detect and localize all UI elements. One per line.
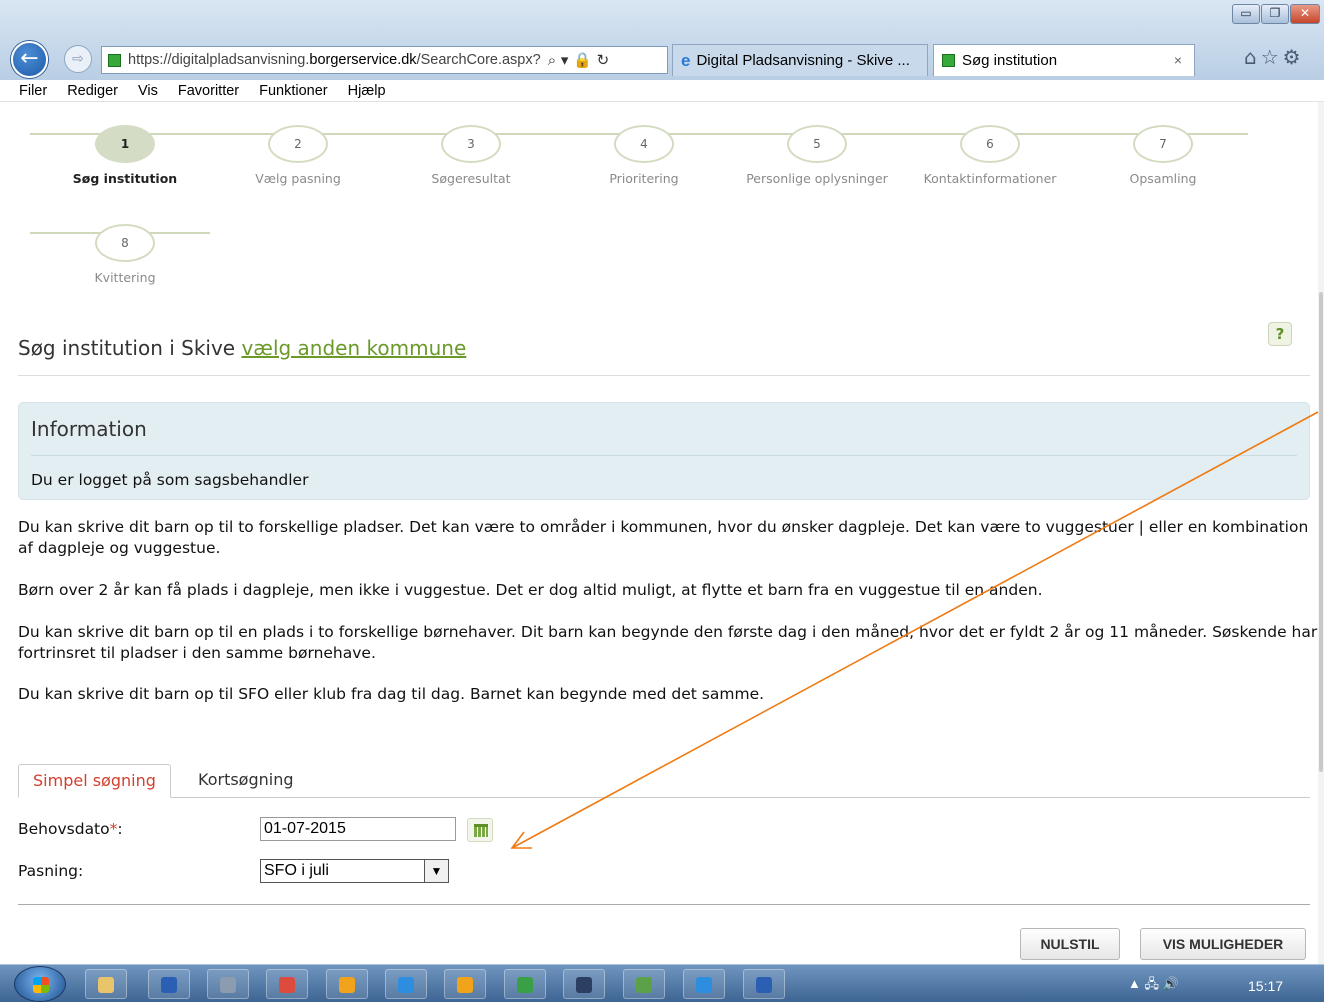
- divider: [31, 455, 1297, 456]
- address-bar[interactable]: https://digitalpladsanvisning.borgerserv…: [101, 46, 668, 74]
- step-3-circle: 3: [441, 125, 501, 163]
- taskbar-word-button[interactable]: [743, 969, 785, 999]
- menu-favoritter[interactable]: Favoritter: [178, 83, 239, 99]
- system-tray-icons[interactable]: ▲ 🖧 🔊: [1128, 975, 1179, 997]
- reset-button[interactable]: NULSTIL: [1020, 928, 1120, 960]
- step-1-circle: 1: [95, 125, 155, 163]
- search-lock-refresh-icons[interactable]: ⌕ ▾ 🔒 ↻: [548, 51, 609, 69]
- start-button[interactable]: [14, 966, 66, 1002]
- outlook-icon: [457, 977, 473, 993]
- tab-title: Digital Pladsanvisning - Skive ...: [696, 52, 910, 69]
- step-4-label: Prioritering: [609, 171, 679, 186]
- step-2-circle: 2: [268, 125, 328, 163]
- scrollbar-thumb[interactable]: [1319, 292, 1323, 772]
- powershell-icon: [161, 977, 177, 993]
- maximize-button[interactable]: ❐: [1261, 4, 1289, 24]
- site-favicon-icon: [942, 54, 955, 67]
- step-3-label: Søgeresultat: [431, 171, 511, 186]
- step-5-label: Personlige oplysninger: [746, 171, 888, 186]
- site-favicon-icon: [108, 53, 121, 67]
- info-paragraph: Børn over 2 år kan få plads i dagpleje, …: [18, 581, 1043, 599]
- step-7-label: Opsamling: [1129, 171, 1197, 186]
- info-paragraph: Du kan skrive dit barn op til en plads i…: [18, 623, 1318, 662]
- taskbar-lync-button[interactable]: [504, 969, 546, 999]
- taskbar-file-explorer-button[interactable]: [85, 969, 127, 999]
- browser-titlebar: ▭ ❐ ✕ ← ⇨ https://digitalpladsanvisning.…: [0, 0, 1324, 80]
- back-arrow-icon[interactable]: ←: [11, 41, 48, 78]
- divider: [18, 375, 1310, 376]
- step-5-circle: 5: [787, 125, 847, 163]
- windows-taskbar: ▲ 🖧 🔊 15:17: [0, 964, 1324, 1002]
- step-8-label: Kvittering: [94, 270, 156, 285]
- url-text[interactable]: https://digitalpladsanvisning.borgerserv…: [128, 52, 541, 68]
- step-6-circle: 6: [960, 125, 1020, 163]
- taskbar-notepad-button[interactable]: [623, 969, 665, 999]
- tab-map-search[interactable]: Kortsøgning: [184, 764, 308, 798]
- remote-desktop-icon: [576, 977, 592, 993]
- taskbar-outlook-button[interactable]: [326, 969, 368, 999]
- need-date-label: Behovsdato*:: [18, 820, 123, 838]
- search-type-tabs: Simpel søgning Kortsøgning: [18, 764, 1310, 798]
- page-title: Søg institution i Skive vælg anden kommu…: [18, 336, 467, 360]
- step-6-label: Kontaktinformationer: [923, 171, 1057, 186]
- internet-explorer-icon: [696, 977, 712, 993]
- chevron-down-icon[interactable]: ▼: [424, 860, 448, 882]
- information-text: Du er logget på som sagsbehandler: [31, 471, 309, 489]
- windows-logo-icon: [33, 977, 49, 993]
- browser-tab-soeg-institution[interactable]: Søg institution ×: [933, 44, 1195, 76]
- care-type-select[interactable]: SFO i juli ▼: [260, 859, 449, 883]
- chrome-icon: [279, 977, 295, 993]
- menu-funktioner[interactable]: Funktioner: [259, 83, 328, 99]
- scrollbar[interactable]: [1318, 102, 1324, 964]
- close-tab-icon[interactable]: ×: [1174, 52, 1182, 68]
- file-explorer-icon: [98, 977, 114, 993]
- taskbar-internet-explorer-button[interactable]: [385, 969, 427, 999]
- divider: [18, 904, 1310, 905]
- taskbar-internet-explorer-button[interactable]: [683, 969, 725, 999]
- browser-tab-digital-pladsanvisning[interactable]: e Digital Pladsanvisning - Skive ...: [672, 44, 928, 76]
- info-paragraph: Du kan skrive dit barn op til to forskel…: [18, 518, 1309, 557]
- word-icon: [756, 977, 772, 993]
- menu-vis[interactable]: Vis: [138, 83, 158, 99]
- taskbar-chrome-button[interactable]: [266, 969, 308, 999]
- step-1-label: Søg institution: [72, 171, 178, 186]
- help-icon[interactable]: ?: [1268, 322, 1292, 346]
- step-2-label: Vælg pasning: [255, 171, 341, 186]
- step-7-circle: 7: [1133, 125, 1193, 163]
- taskbar-remote-desktop-button[interactable]: [563, 969, 605, 999]
- tab-title: Søg institution: [962, 52, 1058, 69]
- close-window-button[interactable]: ✕: [1290, 4, 1320, 24]
- forward-arrow-icon[interactable]: ⇨: [64, 45, 92, 73]
- step-4-circle: 4: [614, 125, 674, 163]
- step-8-circle: 8: [95, 224, 155, 262]
- taskbar-powershell-button[interactable]: [148, 969, 190, 999]
- tab-simple-search[interactable]: Simpel søgning: [18, 764, 171, 798]
- care-type-value: SFO i juli: [264, 862, 329, 879]
- window-controls: ▭ ❐ ✕: [1231, 4, 1320, 24]
- menu-filer[interactable]: Filer: [19, 83, 47, 99]
- outlook-icon: [339, 977, 355, 993]
- menu-rediger[interactable]: Rediger: [67, 83, 118, 99]
- minimize-button[interactable]: ▭: [1232, 4, 1260, 24]
- info-paragraph: Du kan skrive dit barn op til SFO eller …: [18, 685, 765, 703]
- need-date-input[interactable]: 01-07-2015: [260, 817, 456, 841]
- page-content: 1 2 3 4 5 6 7 Søg institution Vælg pasni…: [0, 102, 1318, 964]
- information-title: Information: [31, 417, 147, 441]
- show-options-button[interactable]: VIS MULIGHEDER: [1140, 928, 1306, 960]
- notepad-icon: [636, 977, 652, 993]
- clock[interactable]: 15:17: [1248, 978, 1283, 994]
- lync-icon: [517, 977, 533, 993]
- change-municipality-link[interactable]: vælg anden kommune: [241, 336, 466, 360]
- internet-explorer-icon: e: [681, 50, 691, 70]
- taskbar-outlook-button[interactable]: [444, 969, 486, 999]
- taskbar-network-button[interactable]: [207, 969, 249, 999]
- menu-hjaelp[interactable]: Hjælp: [348, 83, 386, 99]
- network-icon: [220, 977, 236, 993]
- calendar-icon[interactable]: [467, 818, 493, 842]
- information-panel: Information Du er logget på som sagsbeha…: [18, 402, 1310, 500]
- internet-explorer-icon: [398, 977, 414, 993]
- home-favorites-settings-icons[interactable]: ⌂☆⚙: [1244, 45, 1305, 69]
- care-type-label: Pasning:: [18, 862, 84, 880]
- menu-bar: Filer Rediger Vis Favoritter Funktioner …: [0, 80, 1324, 102]
